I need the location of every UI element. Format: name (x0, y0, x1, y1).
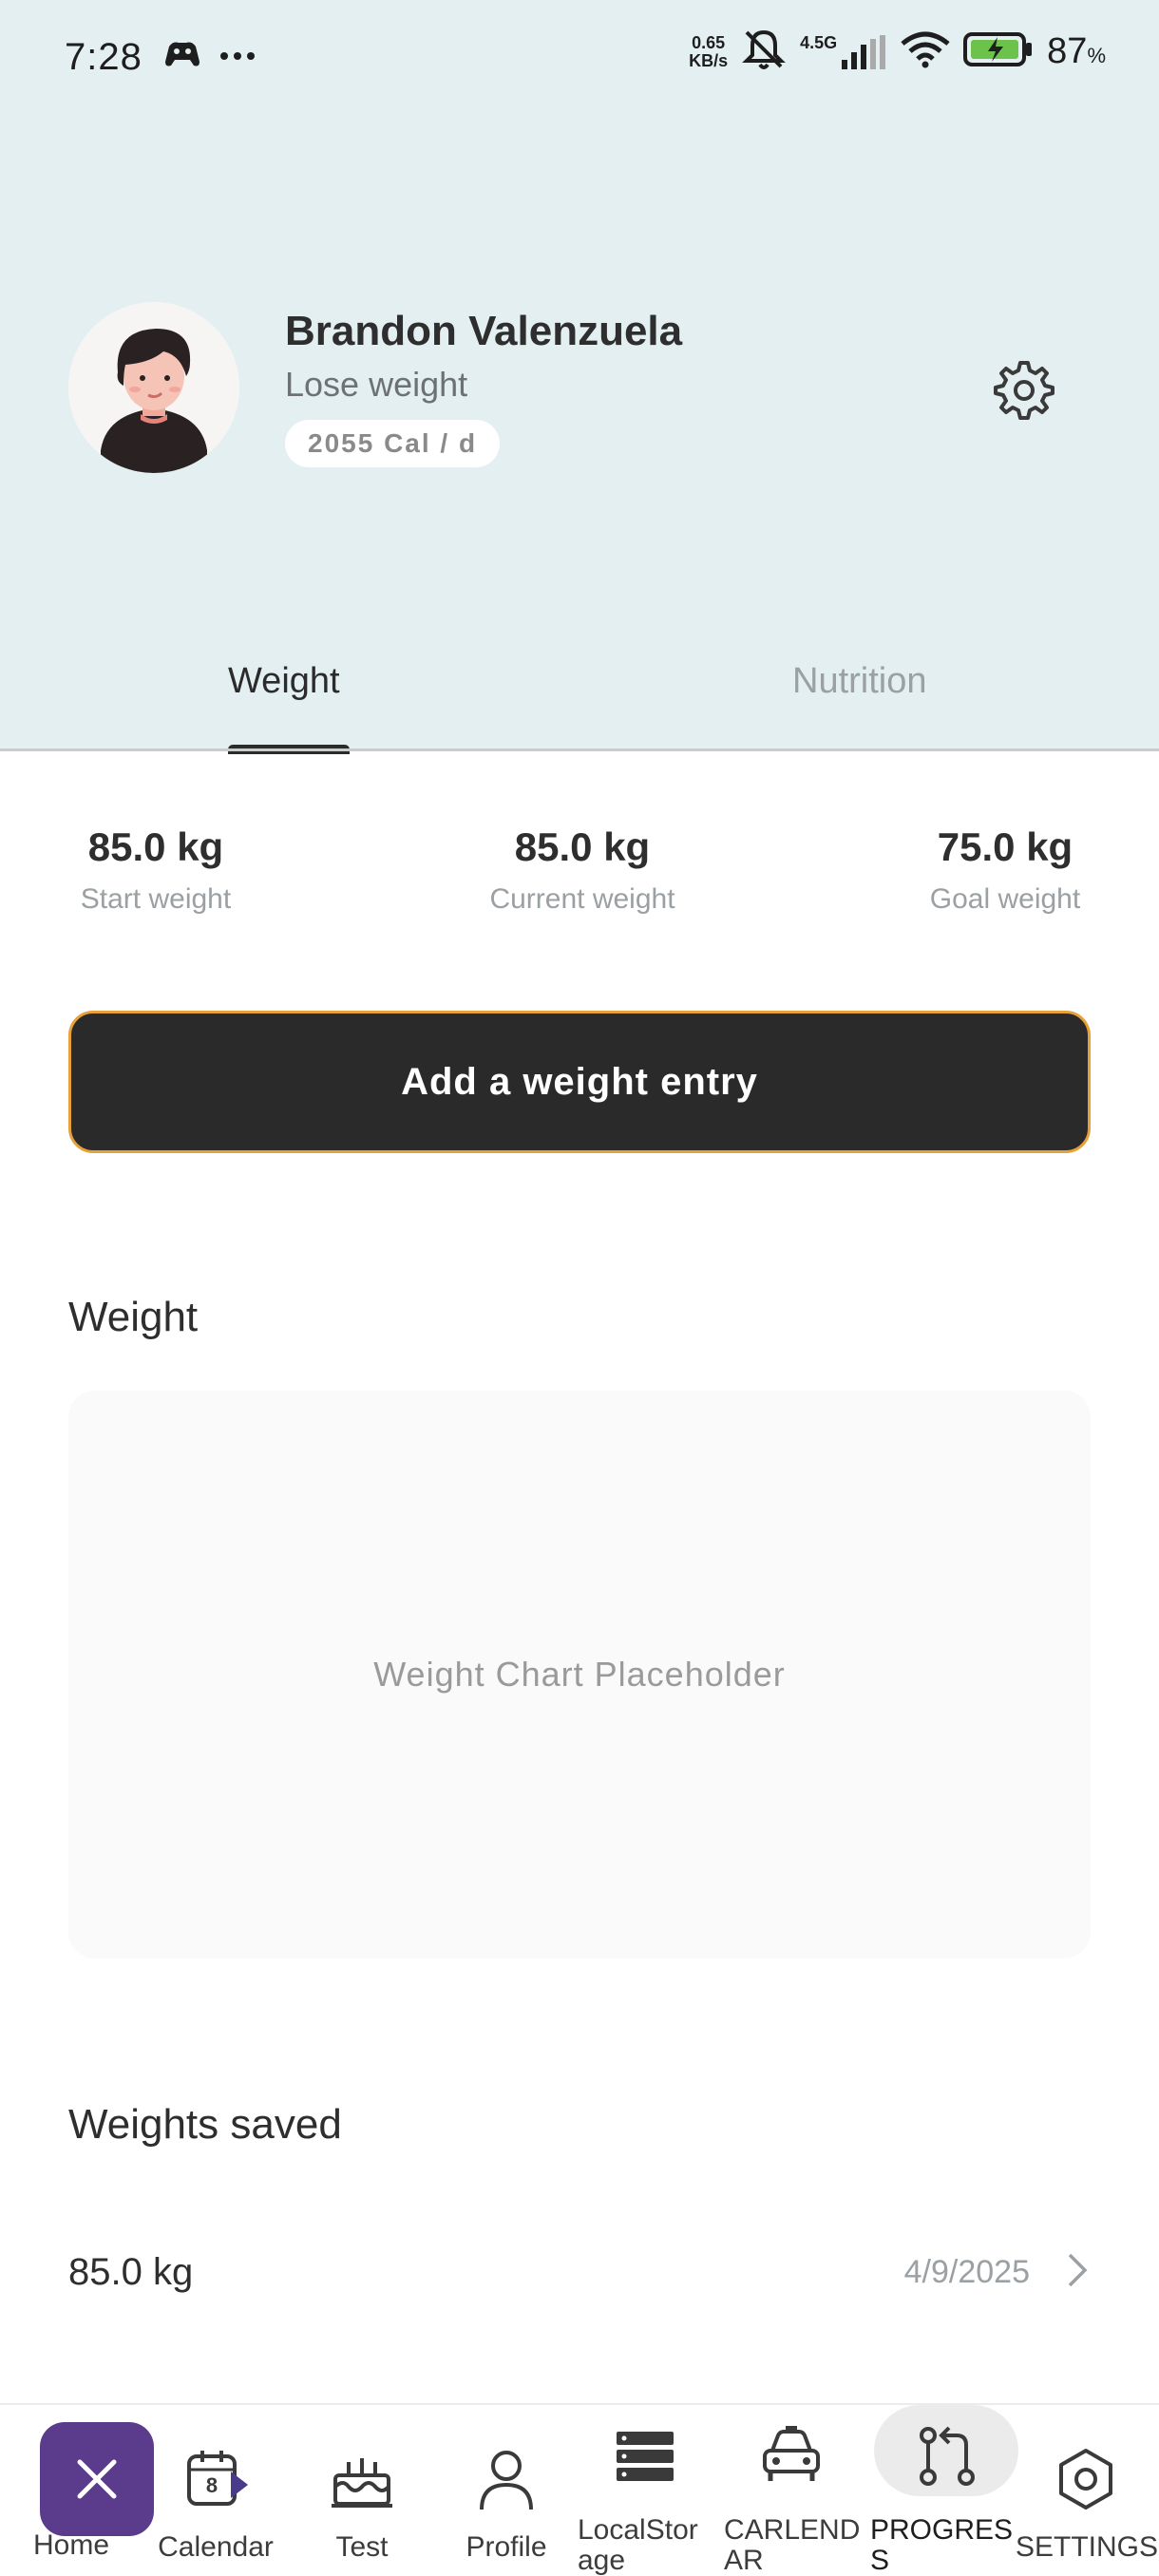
more-dots-icon (218, 48, 256, 66)
nav-item-carlendar[interactable]: CARLEND AR (720, 2405, 863, 2576)
weights-saved-title: Weights saved (68, 2101, 342, 2148)
wifi-icon (901, 30, 950, 73)
bottom-nav: Home 8 Calendar Test Profile LocalStor a… (0, 2403, 1159, 2576)
current-weight-stat: 85.0 kg Current weight (475, 824, 690, 916)
tab-bar: Weight Nutrition (0, 646, 1159, 754)
database-icon (574, 2416, 716, 2496)
tab-nutrition[interactable]: Nutrition (792, 661, 927, 702)
avatar-illustration (68, 302, 239, 473)
user-name: Brandon Valenzuela (285, 308, 683, 354)
gamepad-icon (163, 39, 201, 76)
nav-item-profile[interactable]: Profile (435, 2405, 578, 2576)
saved-weight-value: 85.0 kg (68, 2250, 194, 2293)
nav-label-settings: SETTINGS (1015, 2531, 1158, 2563)
git-compare-icon (876, 2416, 1018, 2496)
current-weight-value: 85.0 kg (514, 824, 651, 869)
nav-item-calendar[interactable]: 8 Calendar (144, 2405, 287, 2576)
nav-label-progress: PROGRES S (870, 2514, 1014, 2576)
tab-divider (0, 748, 1159, 751)
saved-weight-date: 4/9/2025 (903, 2253, 1030, 2290)
nav-label-calendar: Calendar (158, 2531, 274, 2563)
goal-weight-label: Goal weight (929, 883, 1081, 915)
svg-text:8: 8 (206, 2473, 218, 2497)
battery-percent: 87% (1047, 31, 1106, 71)
nav-label-profile: Profile (466, 2531, 547, 2563)
weight-section-title: Weight (68, 1294, 199, 1340)
nav-label-carlendar: CARLEND AR (724, 2514, 861, 2576)
signal-icon: 4.5G (800, 33, 887, 71)
battery-icon (963, 31, 1034, 72)
start-weight-value: 85.0 kg (87, 824, 224, 869)
chevron-right-icon (1064, 2251, 1091, 2294)
user-goal: Lose weight (285, 365, 468, 404)
settings-button[interactable] (984, 355, 1060, 424)
bell-muted-icon (741, 28, 787, 75)
calorie-badge: 2055 Cal / d (285, 420, 501, 467)
nav-item-progress[interactable]: PROGRES S (861, 2405, 1018, 2576)
close-fab-button[interactable] (40, 2422, 154, 2536)
nav-item-settings[interactable]: SETTINGS (1015, 2405, 1158, 2576)
goal-weight-value: 75.0 kg (937, 824, 1074, 869)
avatar[interactable] (68, 302, 239, 473)
nav-label-localstorage: LocalStor age (578, 2514, 698, 2576)
nav-label-test: Test (335, 2531, 389, 2563)
net-speed: 0.65 KB/s (689, 32, 729, 70)
goal-weight-stat: 75.0 kg Goal weight (918, 824, 1092, 916)
hexagon-settings-icon (1015, 2439, 1157, 2519)
tab-weight[interactable]: Weight (228, 661, 340, 702)
list-item[interactable]: 85.0 kg 4/9/2025 (68, 2232, 1091, 2312)
car-icon (720, 2416, 863, 2496)
current-weight-label: Current weight (489, 883, 675, 915)
nav-item-localstorage[interactable]: LocalStor age (574, 2405, 716, 2576)
add-weight-entry-button[interactable]: Add a weight entry (68, 1011, 1091, 1153)
nav-item-test[interactable]: Test (291, 2405, 433, 2576)
gear-icon (994, 361, 1054, 420)
status-right: 0.65 KB/s 4.5G 87% (689, 28, 1106, 75)
calendar-icon: 8 (144, 2439, 287, 2519)
status-time: 7:28 (65, 35, 142, 78)
person-icon (435, 2439, 578, 2519)
start-weight-label: Start weight (80, 883, 232, 915)
close-icon (77, 2459, 117, 2499)
start-weight-stat: 85.0 kg Start weight (68, 824, 243, 916)
weight-chart-placeholder: Weight Chart Placeholder (68, 1391, 1091, 1959)
cake-icon (291, 2439, 433, 2519)
